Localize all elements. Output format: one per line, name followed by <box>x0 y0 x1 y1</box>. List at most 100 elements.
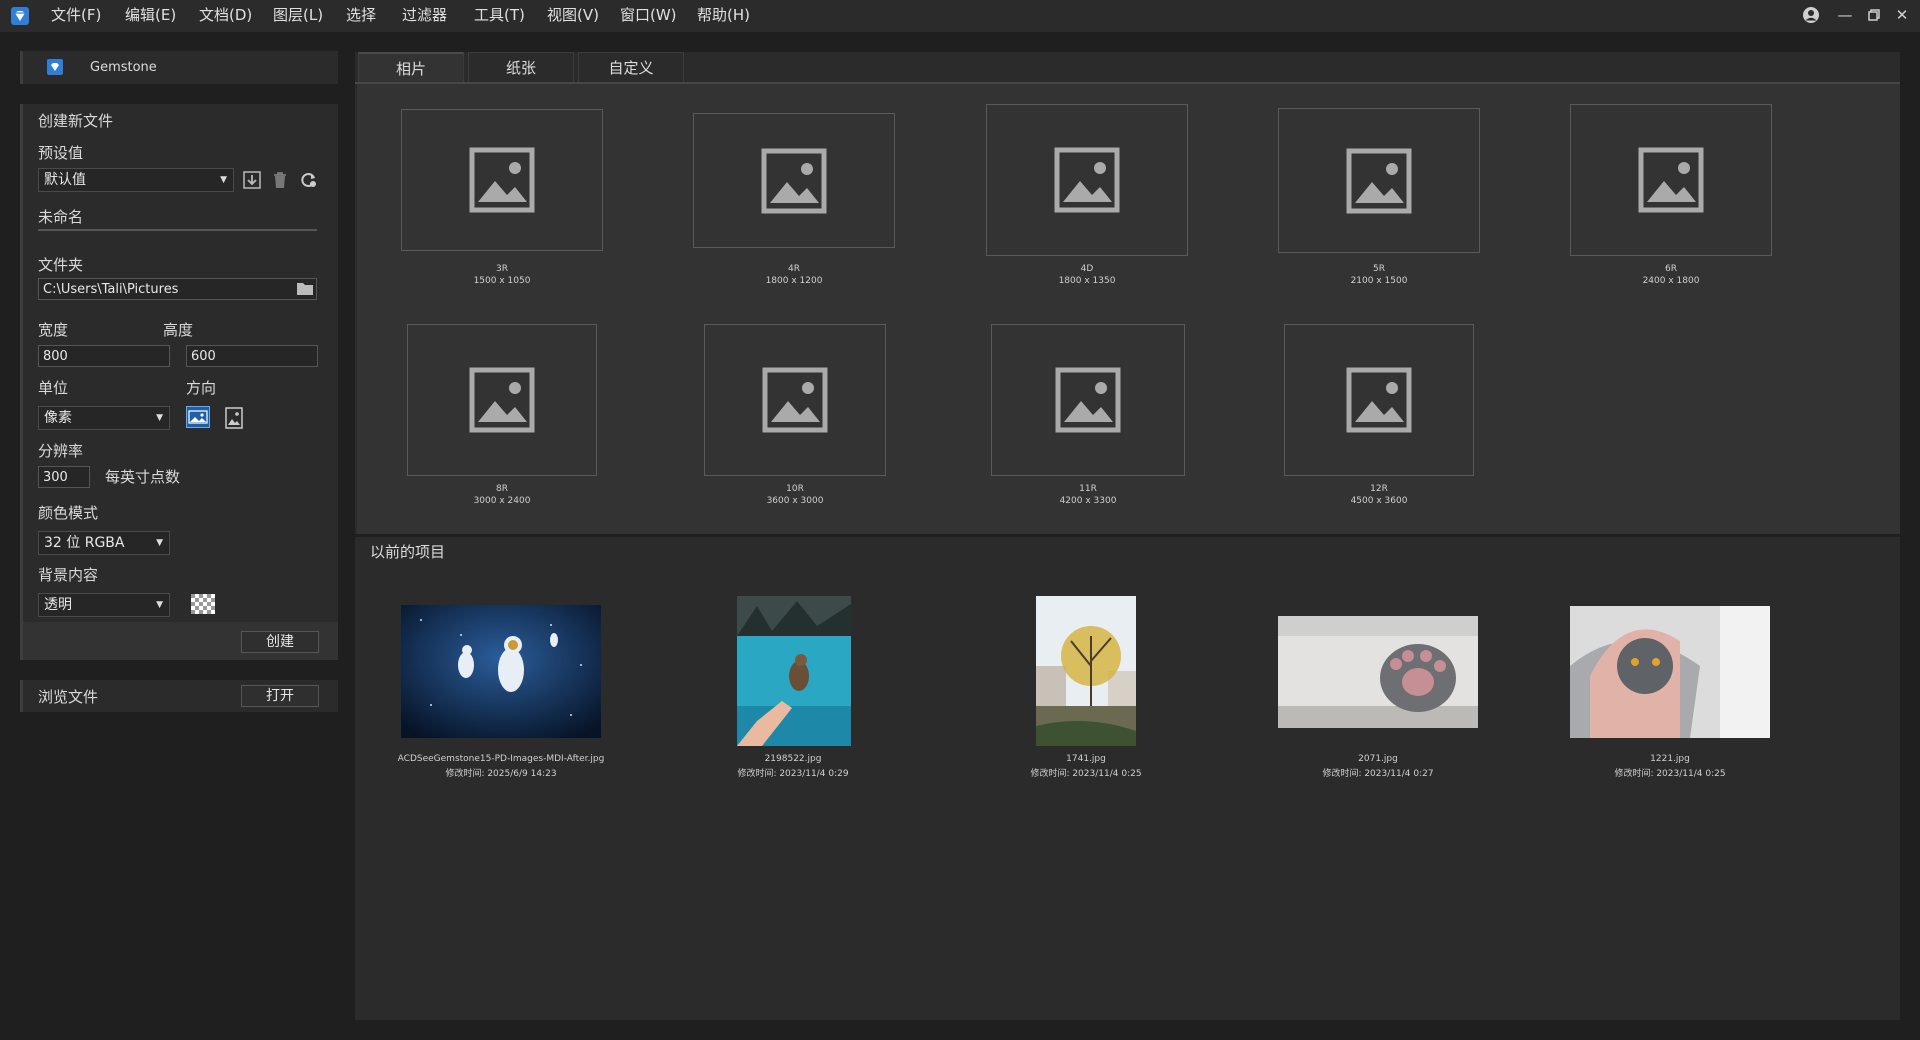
folder-path-field[interactable]: C:\Users\Tali\Pictures <box>38 278 317 300</box>
delete-preset-icon[interactable] <box>270 170 290 194</box>
paper-tile[interactable]: 12R 4500 x 3600 <box>1284 324 1474 506</box>
image-placeholder-icon <box>469 367 535 433</box>
paper-frame <box>407 324 597 476</box>
paper-frame <box>401 109 603 251</box>
paper-frame <box>704 324 886 476</box>
paper-tile[interactable]: 4R 1800 x 1200 <box>693 113 895 286</box>
recent-thumbnail-cat-blanket[interactable] <box>1570 606 1770 738</box>
paper-name: 4D <box>1080 264 1094 274</box>
recent-file-name: ACDSeeGemstone15-PD-Images-MDI-After.jpg <box>397 754 605 764</box>
width-input[interactable]: 800 <box>38 345 170 367</box>
recent-file-name: 1221.jpg <box>1650 754 1690 764</box>
app-logo-icon[interactable] <box>10 6 30 26</box>
gemstone-logo-icon <box>47 59 63 79</box>
menu-file[interactable]: 文件(F) <box>51 0 101 32</box>
chevron-down-icon: ▼ <box>156 413 163 423</box>
tab-photos[interactable]: 相片 <box>358 52 464 82</box>
paper-grid: 3R 1500 x 1050 4R 1800 x 1200 4D 1800 x … <box>357 84 1900 534</box>
close-icon[interactable]: ✕ <box>1891 4 1913 26</box>
paper-size: 3000 x 2400 <box>473 496 531 506</box>
account-icon[interactable] <box>1800 4 1822 26</box>
recent-file-date: 修改时间: 2025/6/9 14:23 <box>445 769 557 779</box>
menu-layer[interactable]: 图层(L) <box>273 0 323 32</box>
browse-folder-icon[interactable] <box>296 280 314 300</box>
unit-value: 像素 <box>44 410 72 426</box>
paper-name: 10R <box>786 484 804 494</box>
preset-dropdown[interactable]: 默认值 ▼ <box>38 168 234 192</box>
create-new-file-panel: 创建新文件 预设值 默认值 ▼ 未命名 文件夹 C:\Users\Tali\Pi… <box>20 104 338 660</box>
paper-size: 4500 x 3600 <box>1350 496 1408 506</box>
recent-thumbnail-astronauts[interactable] <box>401 605 601 738</box>
folder-label: 文件夹 <box>38 256 84 274</box>
paper-name: 5R <box>1373 264 1385 274</box>
resolution-label: 分辨率 <box>38 442 84 460</box>
recent-file-name: 2198522.jpg <box>764 754 822 764</box>
image-placeholder-icon <box>1054 147 1120 213</box>
recent-file-date: 修改时间: 2023/11/4 0:27 <box>1322 769 1434 779</box>
paper-name: 11R <box>1079 484 1097 494</box>
filename-field[interactable]: 未命名 <box>38 206 83 227</box>
reset-preset-icon[interactable] <box>299 170 319 194</box>
landscape-orientation-icon[interactable] <box>186 406 210 428</box>
recent-file-name: 1741.jpg <box>1066 754 1106 764</box>
paper-tile[interactable]: 4D 1800 x 1350 <box>986 104 1188 286</box>
paper-frame <box>991 324 1185 476</box>
paper-size: 2100 x 1500 <box>1350 276 1408 286</box>
paper-frame <box>1570 104 1772 256</box>
paper-tile[interactable]: 5R 2100 x 1500 <box>1278 108 1480 286</box>
save-preset-icon[interactable] <box>242 170 262 194</box>
restore-icon[interactable] <box>1863 4 1885 26</box>
create-button[interactable]: 创建 <box>241 631 319 653</box>
portrait-orientation-icon[interactable] <box>223 406 245 430</box>
tab-paper[interactable]: 纸张 <box>468 52 574 82</box>
paper-size: 3600 x 3000 <box>766 496 824 506</box>
unit-dropdown[interactable]: 像素 ▼ <box>38 406 170 430</box>
recent-thumbnail-bird[interactable] <box>737 596 851 746</box>
paper-name: 12R <box>1370 484 1388 494</box>
section-divider <box>355 534 1900 537</box>
chevron-down-icon: ▼ <box>220 175 227 185</box>
menu-select[interactable]: 选择 <box>346 0 376 32</box>
paper-tile[interactable]: 3R 1500 x 1050 <box>401 109 603 286</box>
image-placeholder-icon <box>1638 147 1704 213</box>
menu-filter[interactable]: 过滤器 <box>402 0 447 32</box>
paper-tile[interactable]: 6R 2400 x 1800 <box>1570 104 1772 286</box>
color-mode-dropdown[interactable]: 32 位 RGBA ▼ <box>38 531 170 555</box>
menu-edit[interactable]: 编辑(E) <box>125 0 176 32</box>
resolution-input[interactable]: 300 <box>38 466 90 488</box>
background-dropdown[interactable]: 透明 ▼ <box>38 593 170 617</box>
recent-thumbnail-cat-paw[interactable] <box>1278 616 1478 728</box>
menu-bar: 文件(F) 编辑(E) 文档(D) 图层(L) 选择 过滤器 工具(T) 视图(… <box>0 0 1920 32</box>
image-placeholder-icon <box>762 367 828 433</box>
browse-files-panel: 浏览文件 打开 <box>20 680 338 712</box>
menu-help[interactable]: 帮助(H) <box>697 0 750 32</box>
open-button[interactable]: 打开 <box>241 685 319 707</box>
menu-view[interactable]: 视图(V) <box>547 0 599 32</box>
height-label: 高度 <box>163 321 194 339</box>
recent-file-date: 修改时间: 2023/11/4 0:29 <box>737 769 849 779</box>
paper-frame <box>1278 108 1480 253</box>
tab-custom[interactable]: 自定义 <box>578 52 684 82</box>
paper-size: 4200 x 3300 <box>1059 496 1117 506</box>
recent-thumbnail-tree[interactable] <box>1036 596 1136 746</box>
folder-path-value: C:\Users\Tali\Pictures <box>43 282 179 297</box>
color-mode-value: 32 位 RGBA <box>44 535 125 551</box>
menu-document[interactable]: 文档(D) <box>199 0 252 32</box>
menu-tools[interactable]: 工具(T) <box>474 0 525 32</box>
transparency-swatch-icon[interactable] <box>191 594 215 614</box>
paper-tile[interactable]: 11R 4200 x 3300 <box>991 324 1185 506</box>
paper-size: 2400 x 1800 <box>1642 276 1700 286</box>
paper-tile[interactable]: 10R 3600 x 3000 <box>704 324 886 506</box>
minimize-icon[interactable]: — <box>1834 4 1856 26</box>
paper-frame <box>693 113 895 248</box>
paper-size: 1800 x 1200 <box>765 276 823 286</box>
recent-file-date: 修改时间: 2023/11/4 0:25 <box>1030 769 1142 779</box>
height-input[interactable]: 600 <box>186 345 318 367</box>
preset-label: 预设值 <box>38 144 84 162</box>
menu-window[interactable]: 窗口(W) <box>620 0 677 32</box>
paper-tile[interactable]: 8R 3000 x 2400 <box>407 324 597 506</box>
paper-name: 8R <box>496 484 508 494</box>
resolution-unit: 每英寸点数 <box>105 468 181 486</box>
recent-file-date: 修改时间: 2023/11/4 0:25 <box>1614 769 1726 779</box>
chevron-down-icon: ▼ <box>156 538 163 548</box>
